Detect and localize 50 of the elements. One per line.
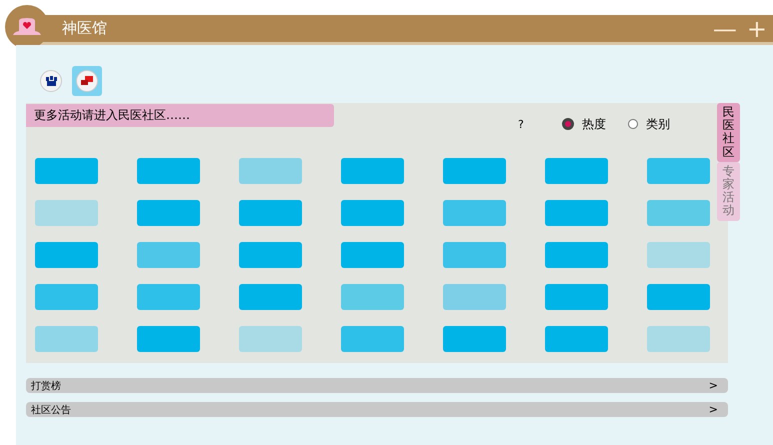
activity-tile[interactable]: [239, 284, 302, 310]
sort-radio[interactable]: 类别: [628, 116, 670, 132]
activity-tile[interactable]: [647, 326, 710, 352]
activity-tile[interactable]: [137, 158, 200, 184]
sort-radio[interactable]: 热度: [562, 116, 606, 132]
activity-tile[interactable]: [341, 284, 404, 310]
section-title: 社区公告: [31, 404, 71, 416]
activity-tile[interactable]: [35, 284, 98, 310]
chevron-text: >: [708, 403, 718, 416]
help-link[interactable]: ?: [518, 118, 524, 130]
activity-tile[interactable]: [443, 326, 506, 352]
activity-tile[interactable]: [35, 242, 98, 268]
activity-tile[interactable]: [647, 200, 710, 226]
side-tab[interactable]: 民医社区: [717, 103, 740, 162]
activity-tile[interactable]: [239, 200, 302, 226]
chat-icon: [76, 70, 98, 92]
activity-tile[interactable]: [443, 242, 506, 268]
activity-tile[interactable]: [545, 326, 608, 352]
activity-tile[interactable]: [341, 242, 404, 268]
activity-tile[interactable]: [545, 284, 608, 310]
activity-tile[interactable]: [239, 242, 302, 268]
activity-tile[interactable]: [35, 326, 98, 352]
activity-tile[interactable]: [545, 200, 608, 226]
people-icon: [40, 70, 62, 92]
activity-tile[interactable]: [137, 326, 200, 352]
activity-tile[interactable]: [647, 158, 710, 184]
activity-tile[interactable]: [443, 200, 506, 226]
banner-text: 更多活动请进入民医社区……: [26, 104, 334, 126]
activity-tile[interactable]: [35, 200, 98, 226]
activity-tile[interactable]: [545, 242, 608, 268]
section-bar[interactable]: 打赏榜 >: [26, 378, 728, 393]
activity-tile[interactable]: [341, 200, 404, 226]
activity-tile[interactable]: [137, 284, 200, 310]
section-bar[interactable]: 社区公告 >: [26, 402, 728, 417]
activity-tile[interactable]: [647, 284, 710, 310]
section-title: 打赏榜: [31, 380, 61, 392]
activity-tile[interactable]: [239, 158, 302, 184]
activity-tile[interactable]: [137, 200, 200, 226]
chevron-text: >: [708, 379, 718, 392]
activity-tile[interactable]: [647, 242, 710, 268]
activity-tile[interactable]: [35, 158, 98, 184]
activity-tile[interactable]: [443, 284, 506, 310]
activity-tile[interactable]: [545, 158, 608, 184]
window-title: 神医馆: [62, 19, 107, 38]
activity-tile[interactable]: [137, 242, 200, 268]
activity-tile[interactable]: [239, 326, 302, 352]
chat-button[interactable]: [72, 66, 102, 96]
activity-tile[interactable]: [341, 326, 404, 352]
activity-tile[interactable]: [443, 158, 506, 184]
activity-tile[interactable]: [341, 158, 404, 184]
